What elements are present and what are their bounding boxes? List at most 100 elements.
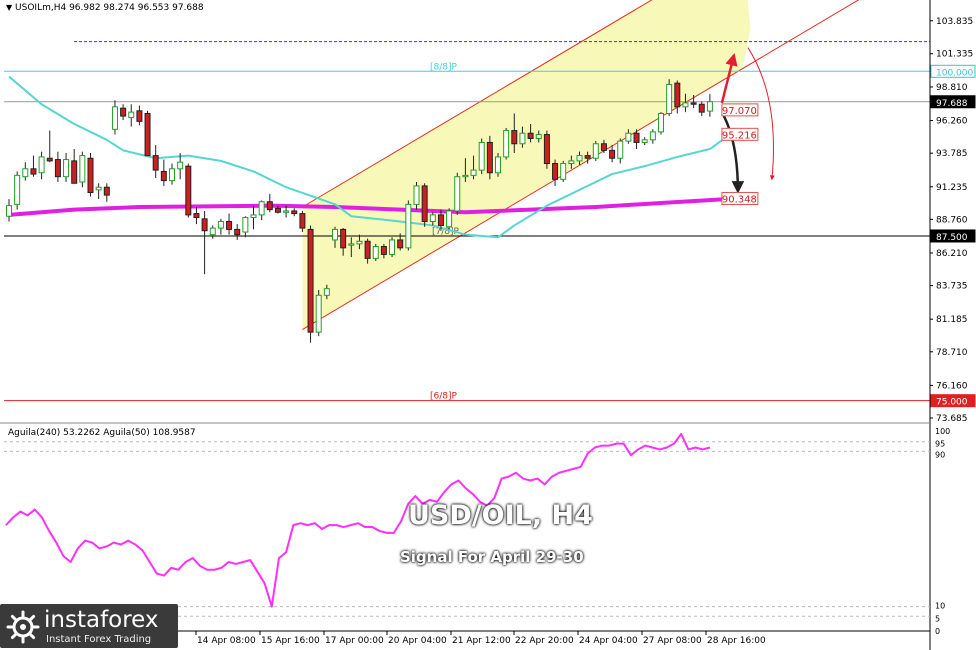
candle-body [600,143,607,151]
candle-body [177,161,184,170]
candle-body [234,228,241,236]
candle-body [706,101,713,112]
candle-body [63,159,70,178]
candle-body [462,174,469,178]
price-tick-label-10: 78.710 [936,348,968,358]
price-tick-label-3: 96.260 [936,117,968,127]
candle-body [128,111,135,118]
candle-body [307,228,314,333]
annotation-text-0: 97.070 [722,106,757,117]
price-tick-label-1: 101.335 [936,50,973,60]
candle-body [274,207,281,213]
candle-body [552,163,559,180]
watermark-title: USD/OIL, H4 [408,500,593,531]
candle-body [698,103,705,113]
candle-body [46,157,53,162]
candle-body [380,246,387,255]
candle-body [103,186,110,196]
osc-tick-label-4: 5 [935,614,940,623]
price-tick-label-8: 83.735 [936,282,968,292]
price-tick-label-9: 81.185 [936,315,968,325]
candle-body [397,239,404,249]
candle-body [421,185,428,222]
candle-body [584,155,591,159]
candle-body [666,83,673,114]
candle-body [389,239,396,255]
candle-body [429,214,436,222]
watermark-subtitle: Signal For April 29-30 [400,548,584,566]
time-tick-label-3: 17 Apr 00:00 [325,636,384,646]
candle-body [560,163,567,180]
brand-name: instaforex [44,607,159,633]
candle-body [323,288,330,296]
candle-body [495,156,501,174]
symbol-header: ▼ USOILm,H4 96.982 98.274 96.553 97.688 [6,3,204,13]
price-tick-label-12: 73.685 [936,414,968,424]
candle-body [242,217,249,233]
price-label-2: 87.500 [936,233,968,243]
candle-body [6,205,12,217]
brand-tagline: Instant Forex Trading [46,634,152,645]
price-tick-label-4: 93.785 [936,149,968,159]
annotation-text-1: 95.216 [722,130,757,141]
candle-body [193,213,200,219]
candle-body [79,155,86,183]
osc-tick-label-1: 95 [935,440,945,449]
candle-body [111,106,118,130]
time-tick-label-8: 27 Apr 08:00 [643,636,702,646]
candle-body [682,102,689,108]
candle-body [201,218,208,232]
candle-body [372,246,379,259]
level-label-0: [8/8]P [430,62,458,72]
candle-body [527,132,534,139]
candle-body [617,140,624,159]
price-tick-label-0: 103.835 [936,17,973,27]
candle-body [658,112,664,133]
price-tick-label-5: 91.235 [936,183,968,193]
price-label-1: 97.688 [936,99,968,109]
candle-body [364,240,371,259]
candle-body [71,160,78,184]
candle-body [299,213,306,229]
candle-body [535,134,542,139]
brand-logo: instaforex Instant Forex Trading [0,604,178,648]
osc-tick-label-2: 90 [935,450,945,459]
time-tick-label-4: 20 Apr 04:00 [388,636,447,646]
candle-body [209,227,216,236]
candle-body [291,210,298,215]
candle-body [87,157,94,194]
candle-body [160,170,167,182]
candle-body [649,131,656,141]
osc-tick-label-3: 10 [935,602,945,611]
candle-body [144,112,151,157]
candle-body [266,201,273,211]
time-tick-label-9: 28 Apr 16:00 [707,636,766,646]
price-tick-label-6: 88.760 [936,215,968,225]
candle-body [356,240,363,245]
candle-body [454,176,461,212]
collapse-triangle-icon[interactable]: ▼ [6,3,12,12]
candle-body [120,107,127,117]
candle-body [568,160,575,165]
candle-body [470,169,477,176]
candle-body [437,214,444,226]
instaforex-logo-icon [6,610,40,644]
time-tick-label-1: 14 Apr 08:00 [197,636,256,646]
candle-body [226,220,233,230]
candle-body [674,82,681,108]
candle-body [315,294,322,333]
candle-body [690,102,697,105]
symbol-info: USOILm,H4 96.982 98.274 96.553 97.688 [15,3,204,13]
candle-body [641,139,648,143]
candle-body [405,203,412,249]
candle-body [169,168,175,182]
candle-body [511,130,518,145]
candle-body [136,110,143,122]
candle-body [543,134,550,165]
price-tick-label-2: 98.810 [936,83,968,93]
price-tick-label-7: 86.210 [936,249,968,259]
candle-body [519,132,526,145]
candle-body [592,143,599,159]
candle-body [348,243,355,246]
candle-body [609,149,616,159]
